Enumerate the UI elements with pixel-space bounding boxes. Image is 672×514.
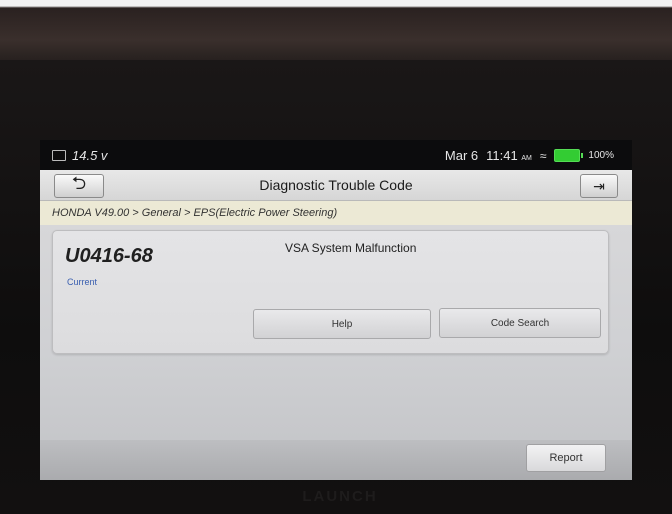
- page-title: Diagnostic Trouble Code: [259, 177, 413, 193]
- status-time: 11:41 AM: [486, 148, 532, 163]
- device-screen: 14.5 v Mar 6 11:41 AM ≈ 100% ⮌ Diagnosti…: [40, 140, 632, 480]
- status-date: Mar 6: [444, 148, 479, 163]
- car-battery-icon: [52, 150, 66, 161]
- dtc-code: U0416-68: [65, 245, 153, 267]
- report-button[interactable]: Report: [526, 444, 606, 472]
- battery-percent: 100%: [588, 150, 614, 161]
- bottom-bar: Report: [40, 440, 632, 480]
- device-brand-logo: LAUNCH: [302, 488, 378, 505]
- status-bar: 14.5 v Mar 6 11:41 AM ≈ 100%: [40, 140, 632, 170]
- dtc-description: VSA System Malfunction: [285, 241, 417, 255]
- exit-button[interactable]: ⇥: [580, 174, 618, 198]
- exit-icon: ⇥: [593, 177, 605, 194]
- battery-icon: [554, 149, 584, 162]
- code-search-button[interactable]: Code Search: [439, 308, 601, 338]
- voltage-readout: 14.5 v: [72, 148, 108, 163]
- wifi-icon: ≈: [539, 148, 547, 163]
- help-button[interactable]: Help: [253, 309, 431, 339]
- title-bar: ⮌ Diagnostic Trouble Code ⇥: [40, 170, 632, 201]
- dtc-status: Current: [67, 277, 98, 287]
- main-content: U0416-68 Current VSA System Malfunction …: [40, 225, 632, 440]
- dtc-card: U0416-68 Current VSA System Malfunction …: [52, 230, 609, 354]
- breadcrumb: HONDA V49.00 > General > EPS(Electric Po…: [40, 201, 632, 225]
